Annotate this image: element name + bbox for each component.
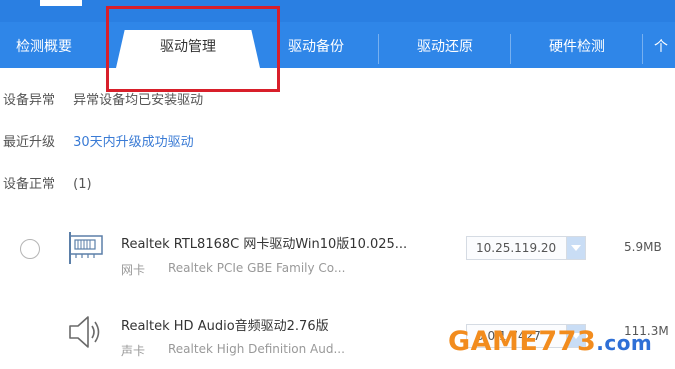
tab-label: 个 — [654, 39, 668, 55]
status-label: 最近升级 — [3, 135, 56, 150]
version-select[interactable]: 10.25.119.20 — [466, 236, 586, 260]
tab-label: 驱动备份 — [288, 39, 344, 55]
driver-row: Realtek RTL8168C 网卡驱动Win10版10.025... 网卡 … — [0, 224, 675, 284]
version-value: 10.25.119.20 — [476, 241, 557, 255]
tab-label: 驱动还原 — [417, 39, 473, 55]
status-abnormal: 设备异常 异常设备均已安装驱动 — [3, 92, 203, 110]
top-tab-indicator — [40, 0, 82, 6]
driver-name: Realtek HD Audio音频驱动2.76版 — [121, 319, 329, 334]
tab-divider — [378, 34, 379, 64]
status-label: 设备正常 — [3, 177, 56, 192]
recent-upgrade-link[interactable]: 30天内升级成功驱动 — [73, 135, 194, 150]
status-normal: 设备正常 (1) — [3, 176, 92, 194]
tab-more[interactable]: 个 — [654, 30, 675, 68]
watermark-suffix: .com — [596, 331, 653, 355]
tab-label: 检测概要 — [16, 39, 72, 55]
tab-driver-management[interactable]: 驱动管理 — [116, 30, 260, 68]
watermark-main: GAME773 — [448, 326, 597, 357]
status-recent-upgrade: 最近升级 30天内升级成功驱动 — [3, 134, 194, 152]
status-value: 异常设备均已安装驱动 — [73, 93, 204, 108]
tab-divider — [642, 34, 643, 64]
title-strip — [0, 0, 675, 22]
tab-detection-summary[interactable]: 检测概要 — [0, 30, 88, 68]
chevron-down-icon[interactable] — [566, 237, 585, 259]
driver-type: 网卡 — [121, 263, 146, 277]
tab-divider — [510, 34, 511, 64]
driver-device: Realtek High Definition Aud... — [168, 342, 345, 356]
status-label: 设备异常 — [3, 93, 56, 108]
site-watermark: GAME773.com — [448, 326, 652, 362]
select-radio[interactable] — [20, 239, 40, 259]
driver-device: Realtek PCIe GBE Family Co... — [168, 261, 346, 275]
driver-type: 声卡 — [121, 344, 146, 358]
status-count: (1) — [73, 177, 92, 192]
tab-label: 驱动管理 — [160, 39, 216, 55]
speaker-icon — [66, 312, 106, 356]
driver-size: 5.9MB — [624, 240, 662, 254]
top-navigation-bar: 检测概要 驱动管理 驱动备份 驱动还原 硬件检测 个 — [0, 0, 675, 68]
network-card-icon — [66, 230, 106, 270]
tab-label: 硬件检测 — [549, 39, 605, 55]
tab-hardware-detection[interactable]: 硬件检测 — [530, 30, 624, 68]
driver-name: Realtek RTL8168C 网卡驱动Win10版10.025... — [121, 237, 408, 252]
tab-driver-restore[interactable]: 驱动还原 — [398, 30, 492, 68]
tab-driver-backup[interactable]: 驱动备份 — [272, 30, 360, 68]
